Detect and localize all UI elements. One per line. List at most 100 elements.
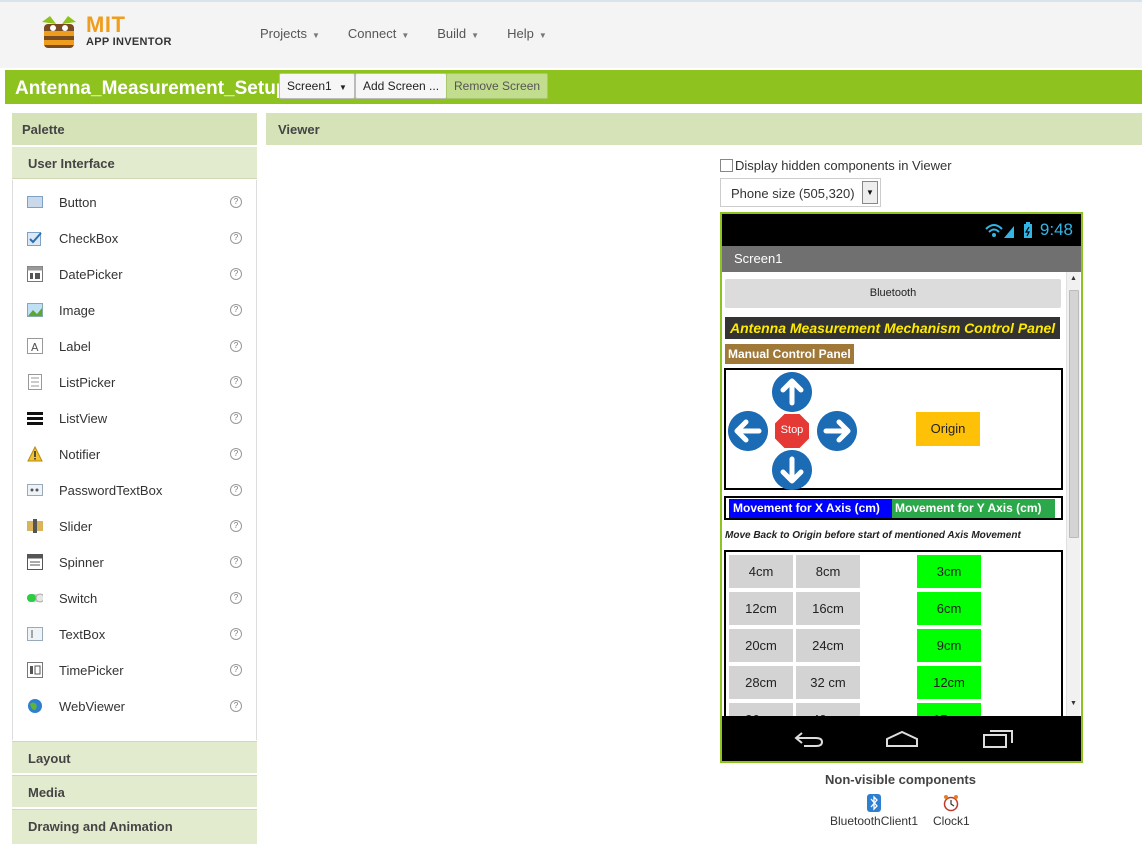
non-visible-bluetoothclient[interactable]: BluetoothClient1 xyxy=(830,794,918,828)
x-move-12cm-button[interactable]: 12cm xyxy=(729,592,793,625)
bluetooth-button[interactable]: Bluetooth xyxy=(725,279,1061,308)
help-icon[interactable]: ? xyxy=(230,304,242,316)
screen-select-button[interactable]: Screen1 ▼ xyxy=(279,73,355,99)
label-icon: A xyxy=(27,338,43,354)
menu-projects[interactable]: Projects ▼ xyxy=(260,26,320,41)
notifier-icon xyxy=(27,446,43,462)
palette-category-user-interface[interactable]: User Interface xyxy=(12,147,257,179)
palette-item-listview[interactable]: ListView ? xyxy=(13,400,258,436)
help-icon[interactable]: ? xyxy=(230,700,242,712)
palette-item-button[interactable]: Button ? xyxy=(13,184,258,220)
back-icon[interactable] xyxy=(794,730,824,748)
y-move-9cm-button[interactable]: 9cm xyxy=(917,629,981,662)
control-panel-title: Antenna Measurement Mechanism Control Pa… xyxy=(725,317,1061,339)
screen-scrollbar[interactable]: ▲ ▼ xyxy=(1066,272,1080,718)
palette-category-drawing-animation[interactable]: Drawing and Animation xyxy=(12,809,257,844)
help-icon[interactable]: ? xyxy=(230,520,242,532)
palette-item-datepicker[interactable]: DatePicker ? xyxy=(13,256,258,292)
palette-item-image[interactable]: Image ? xyxy=(13,292,258,328)
phone-preview: 9:48 Screen1 Bluetooth Antenna Measureme… xyxy=(720,212,1083,763)
help-icon[interactable]: ? xyxy=(230,268,242,280)
status-bar: 9:48 xyxy=(722,214,1081,246)
textbox-icon xyxy=(27,626,43,642)
help-icon[interactable]: ? xyxy=(230,412,242,424)
slider-icon xyxy=(27,518,43,534)
help-icon[interactable]: ? xyxy=(230,484,242,496)
palette-item-webviewer[interactable]: WebViewer ? xyxy=(13,688,258,724)
x-move-20cm-button[interactable]: 20cm xyxy=(729,629,793,662)
origin-note: Move Back to Origin before start of ment… xyxy=(725,530,1021,541)
arrow-down-icon[interactable] xyxy=(772,450,812,490)
switch-icon xyxy=(27,590,43,606)
app-inventor-logo[interactable]: MIT APP INVENTOR xyxy=(36,10,176,54)
remove-screen-button[interactable]: Remove Screen xyxy=(446,73,549,99)
checkbox-box[interactable] xyxy=(720,159,733,172)
palette-item-spinner[interactable]: Spinner ? xyxy=(13,544,258,580)
help-icon[interactable]: ? xyxy=(230,628,242,640)
menu-help[interactable]: Help ▼ xyxy=(507,26,547,41)
arrow-left-icon[interactable] xyxy=(728,411,768,451)
display-hidden-checkbox[interactable]: Display hidden components in Viewer xyxy=(720,158,952,173)
help-icon[interactable]: ? xyxy=(230,448,242,460)
scroll-down-icon[interactable]: ▼ xyxy=(1070,700,1077,707)
y-move-6cm-button[interactable]: 6cm xyxy=(917,592,981,625)
palette-category-media[interactable]: Media xyxy=(12,775,257,807)
phone-size-select[interactable]: Phone size (505,320) ▼ xyxy=(720,178,881,207)
menu-build[interactable]: Build ▼ xyxy=(437,26,479,41)
menu-connect[interactable]: Connect ▼ xyxy=(348,26,409,41)
help-icon[interactable]: ? xyxy=(230,196,242,208)
help-icon[interactable]: ? xyxy=(230,376,242,388)
button-icon xyxy=(27,194,43,210)
x-move-8cm-button[interactable]: 8cm xyxy=(796,555,860,588)
palette-item-textbox[interactable]: TextBox ? xyxy=(13,616,258,652)
palette-item-slider[interactable]: Slider ? xyxy=(13,508,258,544)
stop-label: Stop xyxy=(780,424,804,436)
help-icon[interactable]: ? xyxy=(230,232,242,244)
image-icon xyxy=(27,302,43,318)
non-visible-clock[interactable]: Clock1 xyxy=(933,794,970,828)
help-icon[interactable]: ? xyxy=(230,556,242,568)
origin-button[interactable]: Origin xyxy=(916,412,980,446)
palette-item-listpicker[interactable]: ListPicker ? xyxy=(13,364,258,400)
home-icon[interactable] xyxy=(885,730,919,748)
arrow-up-icon[interactable] xyxy=(772,372,812,412)
palette-item-label[interactable]: A Label ? xyxy=(13,328,258,364)
palette-item-checkbox[interactable]: CheckBox ? xyxy=(13,220,258,256)
palette-item-switch[interactable]: Switch ? xyxy=(13,580,258,616)
status-time: 9:48 xyxy=(1039,220,1073,239)
help-icon[interactable]: ? xyxy=(230,592,242,604)
bluetooth-icon xyxy=(867,794,882,812)
listpicker-icon xyxy=(27,374,43,390)
palette-item-timepicker[interactable]: TimePicker ? xyxy=(13,652,258,688)
help-icon[interactable]: ? xyxy=(230,340,242,352)
palette-item-notifier[interactable]: Notifier ? xyxy=(13,436,258,472)
arrow-right-icon[interactable] xyxy=(817,411,857,451)
spinner-icon xyxy=(27,554,43,570)
help-icon[interactable]: ? xyxy=(230,664,242,676)
wifi-signal-battery-icon xyxy=(985,222,1032,238)
y-move-12cm-button[interactable]: 12cm xyxy=(917,666,981,699)
scroll-thumb[interactable] xyxy=(1069,290,1079,538)
x-move-24cm-button[interactable]: 24cm xyxy=(796,629,860,662)
x-move-16cm-button[interactable]: 16cm xyxy=(796,592,860,625)
logo-subtitle: APP INVENTOR xyxy=(86,36,172,48)
x-move-28cm-button[interactable]: 28cm xyxy=(729,666,793,699)
scroll-up-icon[interactable]: ▲ xyxy=(1070,275,1077,282)
x-move-32cm-button[interactable]: 32 cm xyxy=(796,666,860,699)
stop-button[interactable]: Stop xyxy=(773,412,811,450)
manual-control-label: Manual Control Panel xyxy=(725,344,854,364)
viewer-header: Viewer xyxy=(266,113,1142,145)
add-screen-button[interactable]: Add Screen ... xyxy=(355,73,448,99)
caret-down-icon: ▼ xyxy=(339,83,347,92)
direction-pad: Stop Origin xyxy=(724,368,1063,490)
top-header: MIT APP INVENTOR Projects ▼ Connect ▼ Buil… xyxy=(0,0,1142,68)
palette-category-layout[interactable]: Layout xyxy=(12,741,257,773)
x-move-4cm-button[interactable]: 4cm xyxy=(729,555,793,588)
password-icon xyxy=(27,482,43,498)
bee-logo-icon xyxy=(42,16,76,48)
y-move-3cm-button[interactable]: 3cm xyxy=(917,555,981,588)
non-visible-title: Non-visible components xyxy=(825,772,976,787)
palette-item-passwordtextbox[interactable]: PasswordTextBox ? xyxy=(13,472,258,508)
logo-title: MIT xyxy=(86,12,126,37)
recent-apps-icon[interactable] xyxy=(982,729,1014,749)
